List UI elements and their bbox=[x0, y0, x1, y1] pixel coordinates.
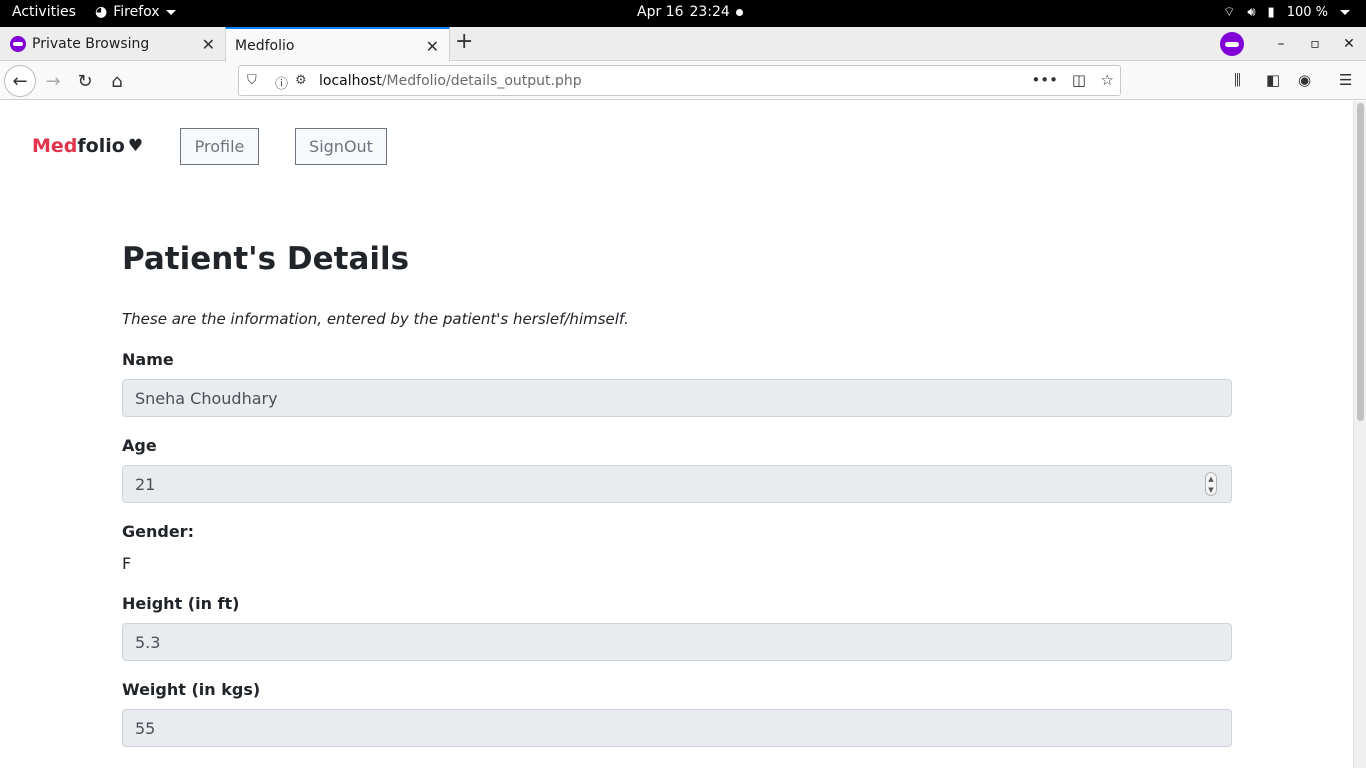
logo-text-med: Med bbox=[32, 135, 78, 157]
tab-private-browsing[interactable]: Private Browsing ✕ bbox=[0, 27, 225, 61]
number-stepper[interactable]: ▲ ▼ bbox=[1205, 472, 1217, 496]
navigation-toolbar: ← → ↻ ⌂ ⛉ ⓘ ⚙ localhost/Medfolio/details… bbox=[0, 62, 1366, 100]
name-value: Sneha Choudhary bbox=[135, 388, 278, 408]
minimize-button[interactable]: – bbox=[1264, 36, 1298, 52]
url-path: /Medfolio/details_output.php bbox=[381, 72, 582, 89]
info-icon[interactable]: ⓘ bbox=[275, 73, 288, 92]
logo-text-folio: folio bbox=[77, 135, 125, 157]
page-content: Med folio ♥ Profile SignOut Patient's Det… bbox=[0, 101, 1353, 768]
gender-label: Gender: bbox=[122, 522, 194, 541]
app-menu[interactable]: ◕ Firefox bbox=[95, 4, 176, 20]
private-mask-icon bbox=[1220, 32, 1244, 56]
height-value: 5.3 bbox=[135, 632, 161, 652]
page-title: Patient's Details bbox=[122, 241, 410, 277]
url-host: localhost bbox=[319, 72, 382, 89]
reload-button[interactable]: ↻ bbox=[69, 65, 101, 97]
chevron-down-icon bbox=[1340, 9, 1350, 15]
close-icon[interactable]: ✕ bbox=[426, 37, 439, 56]
battery-icon: ▮ bbox=[1267, 4, 1275, 20]
battery-label: 100 % bbox=[1286, 4, 1328, 20]
weight-value: 55 bbox=[135, 718, 156, 738]
activities-button[interactable]: Activities bbox=[12, 4, 76, 20]
maximize-button[interactable]: ▫ bbox=[1298, 36, 1332, 52]
profile-button[interactable]: Profile bbox=[180, 128, 259, 165]
address-bar[interactable]: ⛉ ⓘ ⚙ localhost/Medfolio/details_output.… bbox=[238, 65, 1121, 96]
new-tab-button[interactable]: + bbox=[455, 29, 473, 54]
wifi-icon: ⌔ bbox=[1223, 5, 1236, 20]
back-button[interactable]: ← bbox=[4, 65, 36, 97]
account-icon[interactable]: ◉ bbox=[1298, 71, 1311, 89]
tab-medfolio[interactable]: Medfolio ✕ bbox=[225, 27, 450, 62]
menu-icon[interactable]: ☰ bbox=[1339, 71, 1352, 89]
url-text[interactable]: localhost/Medfolio/details_output.php bbox=[319, 73, 582, 89]
date-label: Apr 16 bbox=[637, 4, 684, 20]
stepper-up-icon[interactable]: ▲ bbox=[1208, 475, 1213, 483]
system-top-bar: Activities ◕ Firefox Apr 16 23:24 ⌔ 🔊︎ ▮… bbox=[0, 0, 1366, 27]
tab-label: Private Browsing bbox=[32, 36, 150, 52]
stepper-down-icon[interactable]: ▼ bbox=[1208, 486, 1213, 494]
scrollbar-thumb[interactable] bbox=[1357, 103, 1364, 421]
clock[interactable]: Apr 16 23:24 bbox=[637, 4, 743, 20]
notification-dot-icon bbox=[735, 8, 743, 16]
age-label: Age bbox=[122, 436, 157, 455]
shield-icon[interactable]: ⛉ bbox=[247, 73, 257, 88]
home-button[interactable]: ⌂ bbox=[101, 65, 133, 97]
height-field[interactable]: 5.3 bbox=[122, 623, 1232, 661]
page-actions-icon[interactable]: ••• bbox=[1031, 71, 1058, 89]
window-close-button[interactable]: ✕ bbox=[1332, 36, 1366, 52]
pocket-icon[interactable]: ◫ bbox=[1072, 71, 1086, 89]
weight-label: Weight (in kgs) bbox=[122, 680, 261, 699]
close-icon[interactable]: ✕ bbox=[202, 35, 215, 54]
system-tray[interactable]: ⌔ 🔊︎ ▮ 100 % bbox=[1223, 4, 1350, 20]
heart-pulse-icon: ♥ bbox=[127, 136, 144, 156]
chevron-down-icon bbox=[165, 9, 176, 15]
time-label: 23:24 bbox=[689, 4, 730, 20]
name-label: Name bbox=[122, 350, 174, 369]
window-controls: – ▫ ✕ bbox=[1220, 27, 1366, 61]
site-logo[interactable]: Med folio ♥ bbox=[32, 135, 143, 157]
age-value: 21 bbox=[135, 474, 156, 494]
vertical-scrollbar[interactable] bbox=[1353, 101, 1366, 768]
sidebar-icon[interactable]: ◧ bbox=[1266, 71, 1280, 89]
permissions-icon[interactable]: ⚙ bbox=[295, 73, 307, 88]
name-field[interactable]: Sneha Choudhary bbox=[122, 379, 1232, 417]
gender-value: F bbox=[122, 554, 132, 573]
page-subtitle: These are the information, entered by th… bbox=[122, 310, 629, 328]
tab-strip: Private Browsing ✕ Medfolio ✕ + – ▫ ✕ bbox=[0, 27, 1366, 62]
volume-icon: 🔊︎ bbox=[1247, 4, 1256, 20]
library-icon[interactable]: ⫼ bbox=[1234, 71, 1241, 89]
age-field[interactable]: 21 ▲ ▼ bbox=[122, 465, 1232, 503]
tab-label: Medfolio bbox=[235, 37, 295, 54]
weight-field[interactable]: 55 bbox=[122, 709, 1232, 747]
signout-button[interactable]: SignOut bbox=[295, 128, 387, 165]
private-browsing-icon bbox=[10, 36, 26, 52]
app-menu-label: Firefox bbox=[113, 4, 160, 20]
height-label: Height (in ft) bbox=[122, 594, 240, 613]
bookmark-star-icon[interactable]: ☆ bbox=[1101, 71, 1114, 89]
firefox-icon: ◕ bbox=[95, 4, 108, 20]
forward-button[interactable]: → bbox=[37, 65, 69, 97]
